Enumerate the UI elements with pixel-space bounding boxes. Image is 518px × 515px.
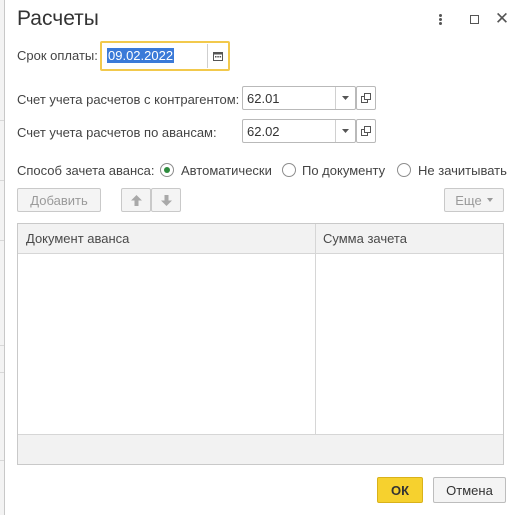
table-footer: [18, 434, 503, 464]
radio-do-not-offset-label[interactable]: Не зачитывать: [418, 163, 507, 178]
payment-term-date-field[interactable]: 09.02.2022: [100, 41, 230, 71]
add-button[interactable]: Добавить: [17, 188, 101, 212]
advance-method-label: Способ зачета аванса:: [17, 163, 155, 178]
advance-account-field[interactable]: 62.02: [242, 119, 356, 143]
calendar-icon[interactable]: [207, 44, 227, 68]
dropdown-arrow-icon[interactable]: [335, 120, 355, 142]
dropdown-arrow-icon[interactable]: [335, 87, 355, 109]
column-divider: [315, 224, 316, 464]
ok-button[interactable]: ОК: [377, 477, 423, 503]
move-up-icon[interactable]: [121, 188, 151, 212]
cancel-button[interactable]: Отмена: [433, 477, 506, 503]
open-advance-account-icon[interactable]: [356, 119, 376, 143]
maximize-icon[interactable]: [465, 10, 483, 28]
advance-account-label: Счет учета расчетов по авансам:: [17, 125, 217, 140]
radio-automatic[interactable]: [160, 163, 174, 177]
payment-term-value[interactable]: 09.02.2022: [107, 48, 175, 63]
close-icon[interactable]: ✕: [493, 10, 511, 28]
more-menu-button[interactable]: Еще: [444, 188, 504, 212]
more-menu-label: Еще: [455, 192, 482, 208]
column-header-offset-amount[interactable]: Сумма зачета: [323, 231, 407, 246]
radio-by-document[interactable]: [282, 163, 296, 177]
open-contractor-account-icon[interactable]: [356, 86, 376, 110]
settlements-dialog: Расчеты ✕ Срок оплаты: 09.02.2022 Счет у…: [4, 0, 518, 515]
radio-automatic-label[interactable]: Автоматически: [181, 163, 272, 178]
contractor-account-value[interactable]: 62.01: [247, 91, 280, 106]
table-header: Документ аванса Сумма зачета: [18, 224, 503, 254]
more-actions-icon[interactable]: [431, 10, 449, 28]
advances-table[interactable]: Документ аванса Сумма зачета: [17, 223, 504, 465]
advance-account-value[interactable]: 62.02: [247, 124, 280, 139]
contractor-account-label: Счет учета расчетов с контрагентом:: [17, 92, 240, 107]
move-down-icon[interactable]: [151, 188, 181, 212]
column-header-advance-document[interactable]: Документ аванса: [26, 231, 129, 246]
radio-by-document-label[interactable]: По документу: [302, 163, 385, 178]
dialog-title: Расчеты: [17, 7, 99, 30]
chevron-down-icon: [486, 198, 493, 202]
radio-do-not-offset[interactable]: [397, 163, 411, 177]
contractor-account-field[interactable]: 62.01: [242, 86, 356, 110]
payment-term-label: Срок оплаты:: [17, 48, 98, 63]
